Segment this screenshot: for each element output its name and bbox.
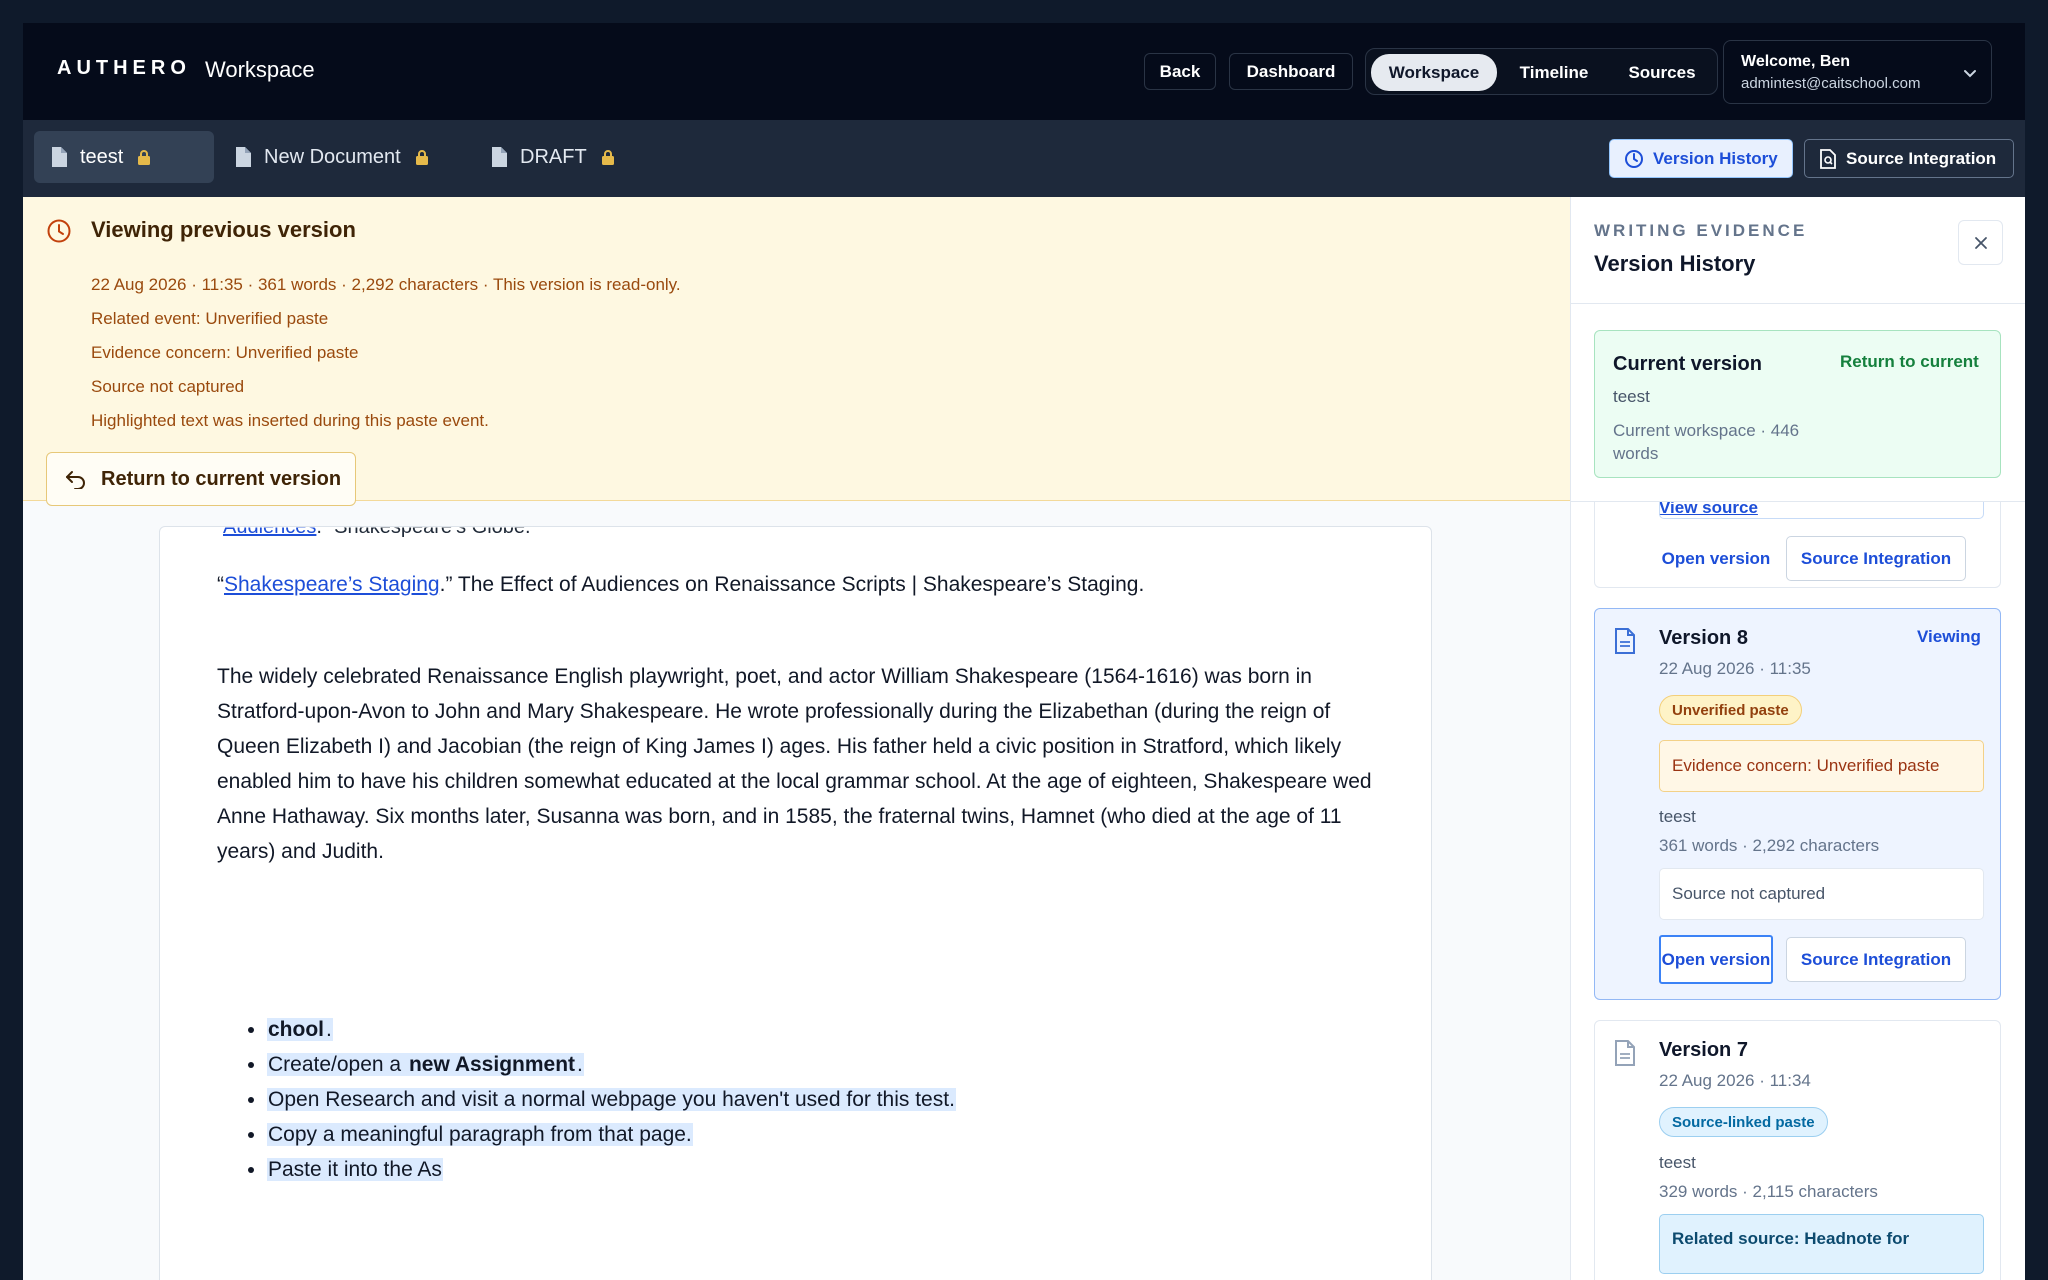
list-item[interactable]: chool. [267, 1012, 956, 1047]
open-version-button[interactable]: Open version [1659, 935, 1773, 984]
current-version-section: Current version Return to current teest … [1571, 304, 2025, 502]
main-nav: Workspace Timeline Sources [1365, 48, 1718, 95]
viewing-status: Viewing [1917, 627, 1981, 646]
current-doc-name: teest [1613, 387, 1650, 406]
close-icon [1974, 236, 1987, 249]
back-button[interactable]: Back [1144, 53, 1216, 90]
clock-icon [47, 219, 71, 243]
version-card-9: View source Open version Source Integrat… [1594, 502, 2001, 588]
document-icon [236, 147, 251, 167]
lock-icon [415, 150, 428, 165]
user-email: admintest@caitschool.com [1741, 75, 1921, 92]
notice-meta: 22 Aug 2026 · 11:35 · 361 words · 2,292 … [91, 275, 681, 294]
panel-title: Version History [1594, 251, 1756, 276]
source-integration-label: Source Integration [1846, 148, 1997, 168]
document-icon [492, 147, 507, 167]
current-version-meta: Current workspace · 446 words [1613, 421, 1800, 463]
related-source-box[interactable]: Related source: Headnote for [1659, 1214, 1984, 1274]
document-bullet-list: chool. Create/open a new Assignment. Ope… [267, 1012, 956, 1187]
lock-icon [601, 150, 614, 165]
return-to-current-link[interactable]: Return to current [1840, 352, 1979, 372]
current-version-card: Current version Return to current teest … [1594, 330, 2001, 478]
list-item[interactable]: Create/open a new Assignment. [267, 1047, 956, 1082]
version-card-8[interactable]: Version 8 Viewing 22 Aug 2026 · 11:35 Un… [1594, 608, 2001, 1000]
doc-tab-new-document[interactable]: New Document [218, 131, 458, 183]
open-version-button[interactable]: Open version [1659, 534, 1773, 583]
version-title: Version 8 [1659, 627, 1748, 649]
doc-tab-teest[interactable]: teest [34, 131, 214, 183]
divider [1571, 501, 2025, 502]
citation-link-staging[interactable]: Shakespeare’s Staging [224, 573, 440, 596]
close-panel-button[interactable] [1958, 220, 2003, 265]
return-to-current-button[interactable]: Return to current version [46, 452, 356, 506]
status-badge: Source-linked paste [1659, 1107, 1828, 1137]
notice-evidence-concern: Evidence concern: Unverified paste [91, 343, 359, 362]
version-date: 22 Aug 2026 · 11:35 [1659, 659, 1811, 678]
version-history-button[interactable]: Version History [1609, 139, 1793, 178]
source-box [1659, 502, 1984, 519]
document-search-icon [1820, 148, 1836, 169]
status-badge: Unverified paste [1659, 695, 1802, 725]
chevron-down-icon [1964, 70, 1976, 78]
list-item[interactable]: Paste it into the As [267, 1152, 956, 1187]
user-menu[interactable]: Welcome, Ben admintest@caitschool.com [1723, 40, 1992, 104]
version-card-7[interactable]: Version 7 22 Aug 2026 · 11:34 Source-lin… [1594, 1020, 2001, 1280]
version-date: 22 Aug 2026 · 11:34 [1659, 1071, 1811, 1090]
dashboard-button[interactable]: Dashboard [1229, 53, 1353, 90]
list-item[interactable]: Open Research and visit a normal webpage… [267, 1082, 956, 1117]
doc-tab-draft[interactable]: DRAFT [474, 131, 634, 183]
version-history-panel: View source Open version Source Integrat… [1570, 197, 2025, 1280]
list-item[interactable]: Copy a meaningful paragraph from that pa… [267, 1117, 956, 1152]
doc-tab-label: DRAFT [520, 145, 587, 168]
version-title: Version 7 [1659, 1039, 1748, 1061]
source-status-box: Source not captured [1659, 868, 1984, 920]
version-stats: 361 words · 2,292 characters [1659, 836, 1880, 855]
source-integration-button[interactable]: Source Integration [1804, 139, 2014, 178]
tab-sources[interactable]: Sources [1612, 54, 1712, 91]
notice-source-status: Source not captured [91, 377, 245, 396]
doc-tab-label: New Document [264, 145, 401, 168]
document-paragraph[interactable]: The widely celebrated Renaissance Englis… [217, 659, 1397, 869]
version-doc-name: teest [1659, 807, 1696, 826]
notice-highlight-note: Highlighted text was inserted during thi… [91, 411, 489, 430]
notice-title: Viewing previous version [91, 217, 356, 242]
citation-line: “Shakespeare’s Staging.” The Effect of A… [217, 573, 1145, 596]
evidence-concern-box: Evidence concern: Unverified paste [1659, 740, 1984, 792]
document-tab-bar: teest New Document DRAFT Version History… [23, 120, 2025, 197]
document-icon [1615, 628, 1635, 654]
page-title: Workspace [205, 57, 315, 82]
version-doc-name: teest [1659, 1153, 1696, 1172]
version-stats: 329 words · 2,115 characters [1659, 1182, 1878, 1201]
source-integration-button[interactable]: Source Integration [1786, 937, 1966, 982]
source-integration-button[interactable]: Source Integration [1786, 536, 1966, 581]
tab-workspace[interactable]: Workspace [1371, 54, 1497, 91]
top-header: AUTHERO Workspace Back Dashboard Workspa… [23, 23, 2025, 120]
current-version-title: Current version [1613, 353, 1762, 375]
version-history-label: Version History [1653, 148, 1778, 168]
undo-arrow-icon [66, 471, 85, 489]
lock-icon [138, 150, 151, 165]
version-list[interactable]: View source Open version Source Integrat… [1571, 502, 2025, 1280]
document-icon [52, 147, 67, 167]
user-name: Welcome, Ben [1741, 53, 1851, 70]
clock-icon [1625, 149, 1643, 168]
panel-kicker: WRITING EVIDENCE [1594, 221, 1808, 240]
app-window: AUTHERO Workspace Back Dashboard Workspa… [23, 23, 2025, 1280]
return-to-current-label: Return to current version [101, 467, 342, 490]
doc-tab-label: teest [80, 145, 124, 168]
panel-header: WRITING EVIDENCE Version History [1571, 197, 2025, 304]
notice-related-event: Related event: Unverified paste [91, 309, 329, 328]
app-logo: AUTHERO [57, 57, 191, 79]
tab-timeline[interactable]: Timeline [1504, 54, 1604, 91]
previous-version-notice: Viewing previous version 22 Aug 2026 · 1… [23, 197, 1570, 506]
document-icon [1615, 1040, 1635, 1066]
